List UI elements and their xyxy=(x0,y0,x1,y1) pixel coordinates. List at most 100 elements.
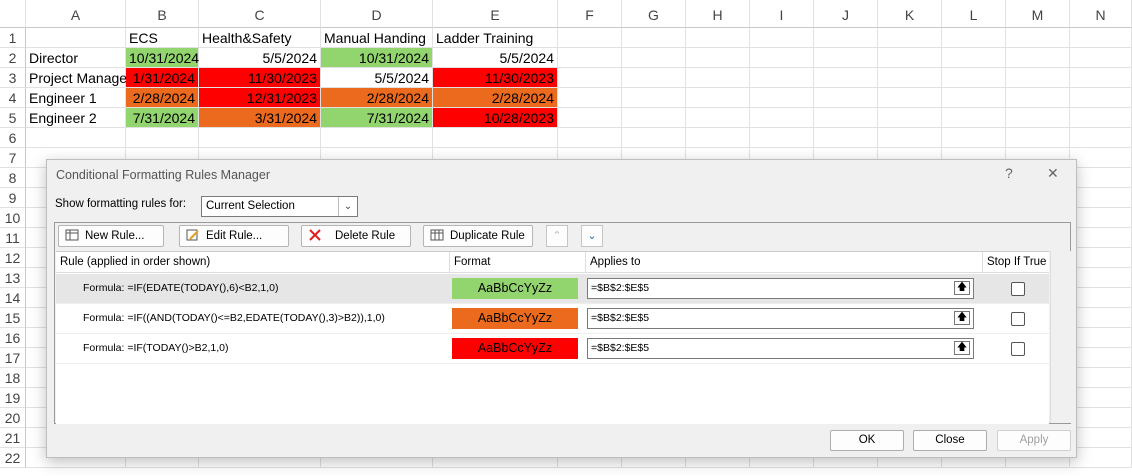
grid-cell[interactable] xyxy=(814,128,878,148)
new-rule-button[interactable]: New Rule... xyxy=(58,225,164,247)
grid-cell[interactable] xyxy=(558,48,622,68)
grid-cell[interactable] xyxy=(750,68,814,88)
row-header[interactable]: 8 xyxy=(0,168,26,188)
chevron-down-icon[interactable]: ⌄ xyxy=(338,197,357,216)
stop-if-true-checkbox[interactable] xyxy=(1011,312,1025,326)
grid-cell[interactable] xyxy=(1070,428,1132,448)
edit-rule-button[interactable]: Edit Rule... xyxy=(179,225,289,247)
cell-name[interactable]: Project Manager xyxy=(26,68,132,88)
grid-cell[interactable] xyxy=(1070,128,1132,148)
move-down-button[interactable]: ⌄ xyxy=(581,225,603,247)
row-header[interactable]: 4 xyxy=(0,88,26,108)
grid-cell[interactable] xyxy=(686,28,750,48)
column-header[interactable]: A xyxy=(26,0,126,28)
collapse-range-icon[interactable]: 🡅 xyxy=(954,281,970,295)
cell-date[interactable]: 10/28/2023 xyxy=(433,108,558,128)
grid-cell[interactable] xyxy=(1070,188,1132,208)
row-header[interactable]: 1 xyxy=(0,28,26,48)
row-header[interactable]: 19 xyxy=(0,388,26,408)
grid-cell[interactable] xyxy=(686,108,750,128)
close-button[interactable]: Close xyxy=(913,430,987,451)
row-header[interactable]: 21 xyxy=(0,428,26,448)
grid-cell[interactable] xyxy=(1070,408,1132,428)
grid-cell[interactable] xyxy=(433,128,558,148)
cell-date[interactable]: 10/31/2024 xyxy=(321,48,433,68)
grid-cell[interactable] xyxy=(942,48,1006,68)
grid-cell[interactable] xyxy=(1006,128,1070,148)
grid-cell[interactable] xyxy=(1070,88,1132,108)
close-icon[interactable]: ✕ xyxy=(1047,165,1059,182)
cell-header-ecs[interactable]: ECS xyxy=(126,28,199,48)
corner-cell[interactable] xyxy=(0,0,26,28)
delete-rule-button[interactable]: Delete Rule xyxy=(301,225,411,247)
row-header[interactable]: 7 xyxy=(0,148,26,168)
cell-date[interactable]: 3/31/2024 xyxy=(199,108,321,128)
cell-date[interactable]: 11/30/2023 xyxy=(199,68,321,88)
column-header[interactable]: E xyxy=(433,0,558,28)
cell-name[interactable]: Engineer 1 xyxy=(26,88,126,108)
grid-cell[interactable] xyxy=(878,128,942,148)
grid-cell[interactable] xyxy=(878,48,942,68)
grid-cell[interactable] xyxy=(26,128,126,148)
rule-row[interactable]: Formula: =IF((AND(TODAY()<=B2,EDATE(TODA… xyxy=(56,304,1049,334)
row-header[interactable]: 14 xyxy=(0,288,26,308)
collapse-range-icon[interactable]: 🡅 xyxy=(954,341,970,355)
grid-cell[interactable] xyxy=(750,128,814,148)
grid-cell[interactable] xyxy=(1070,148,1132,168)
row-header[interactable]: 11 xyxy=(0,228,26,248)
grid-cell[interactable] xyxy=(1006,48,1070,68)
column-header[interactable]: C xyxy=(199,0,321,28)
grid-cell[interactable] xyxy=(622,48,686,68)
column-header[interactable]: J xyxy=(814,0,878,28)
cell-date[interactable]: 1/31/2024 xyxy=(126,68,199,88)
stop-if-true-checkbox[interactable] xyxy=(1011,282,1025,296)
grid-cell[interactable] xyxy=(558,128,622,148)
row-header[interactable]: 9 xyxy=(0,188,26,208)
grid-cell[interactable] xyxy=(686,128,750,148)
grid-cell[interactable] xyxy=(1070,268,1132,288)
row-header[interactable]: 16 xyxy=(0,328,26,348)
grid-cell[interactable] xyxy=(942,108,1006,128)
grid-cell[interactable] xyxy=(686,48,750,68)
grid-cell[interactable] xyxy=(622,68,686,88)
apply-button[interactable]: Apply xyxy=(997,430,1071,451)
grid-cell[interactable] xyxy=(1070,308,1132,328)
grid-cell[interactable] xyxy=(814,48,878,68)
grid-cell[interactable] xyxy=(942,68,1006,88)
help-icon[interactable]: ? xyxy=(1005,165,1013,181)
grid-cell[interactable] xyxy=(750,28,814,48)
cell-date[interactable]: 5/5/2024 xyxy=(199,48,321,68)
cell-date[interactable]: 2/28/2024 xyxy=(126,88,199,108)
grid-cell[interactable] xyxy=(321,128,433,148)
grid-cell[interactable] xyxy=(1006,28,1070,48)
ok-button[interactable]: OK xyxy=(830,430,904,451)
grid-cell[interactable] xyxy=(814,28,878,48)
duplicate-rule-button[interactable]: Duplicate Rule xyxy=(423,225,533,247)
stop-if-true-checkbox[interactable] xyxy=(1011,342,1025,356)
grid-cell[interactable] xyxy=(199,128,321,148)
grid-cell[interactable] xyxy=(1070,48,1132,68)
collapse-range-icon[interactable]: 🡅 xyxy=(954,311,970,325)
row-header[interactable]: 17 xyxy=(0,348,26,368)
cell-date[interactable]: 5/5/2024 xyxy=(321,68,433,88)
grid-cell[interactable] xyxy=(558,108,622,128)
cell-header-manual-handing[interactable]: Manual Handing xyxy=(321,28,433,48)
grid-cell[interactable] xyxy=(1070,208,1132,228)
grid-cell[interactable] xyxy=(942,128,1006,148)
move-up-button[interactable]: ⌃ xyxy=(546,225,568,247)
row-header[interactable]: 15 xyxy=(0,308,26,328)
cell-date[interactable]: 10/31/2024 xyxy=(126,48,199,68)
cell-date[interactable]: 5/5/2024 xyxy=(433,48,558,68)
column-header[interactable]: G xyxy=(622,0,686,28)
grid-cell[interactable] xyxy=(622,108,686,128)
applies-to-input[interactable]: =$B$2:$E$5 🡅 xyxy=(587,308,974,329)
column-header[interactable]: K xyxy=(878,0,942,28)
grid-cell[interactable] xyxy=(1070,288,1132,308)
rules-scrollbar[interactable] xyxy=(1050,251,1071,423)
grid-cell[interactable] xyxy=(750,108,814,128)
grid-cell[interactable] xyxy=(686,88,750,108)
rule-row[interactable]: Formula: =IF(TODAY()>B2,1,0) AaBbCcYyZz … xyxy=(56,334,1049,364)
grid-cell[interactable] xyxy=(814,68,878,88)
grid-cell[interactable] xyxy=(750,48,814,68)
applies-to-input[interactable]: =$B$2:$E$5 🡅 xyxy=(587,338,974,359)
